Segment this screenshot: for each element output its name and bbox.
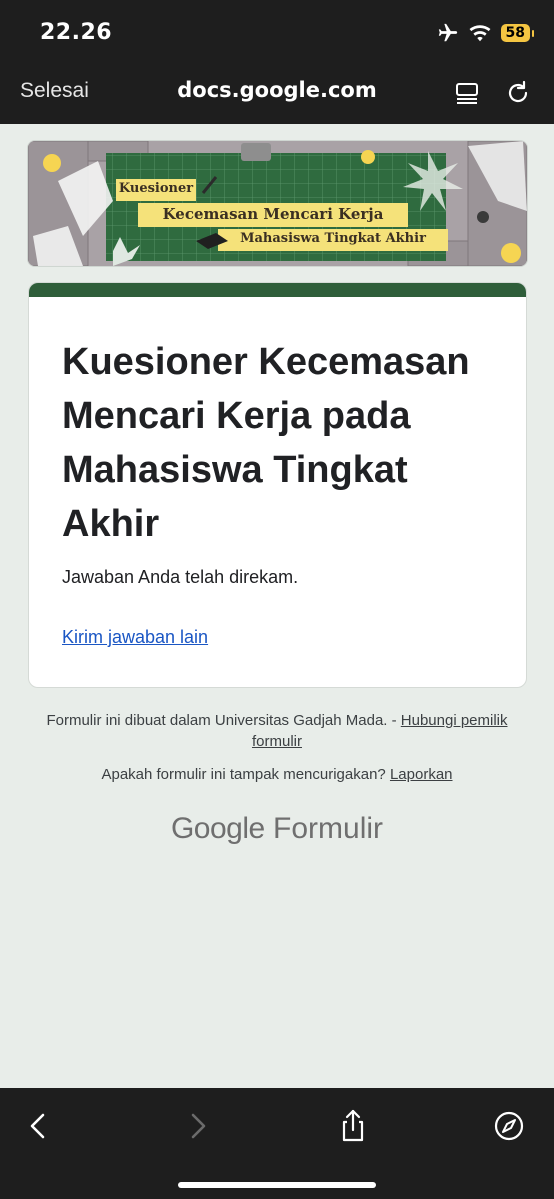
airplane-icon bbox=[438, 23, 457, 42]
status-bar: 22.26 58 bbox=[0, 0, 554, 64]
forms-wordmark: Formulir bbox=[273, 812, 384, 845]
status-time: 22.26 bbox=[40, 20, 113, 45]
suspicious-text: Apakah formulir ini tampak mencurigakan? bbox=[101, 766, 390, 783]
reload-icon[interactable] bbox=[503, 78, 533, 108]
banner-title-line1: Kuesioner bbox=[118, 181, 194, 196]
wifi-icon bbox=[469, 25, 490, 42]
card-accent-bar bbox=[29, 283, 526, 297]
form-creator-notice: Formulir ini dibuat dalam Universitas Ga… bbox=[40, 710, 514, 752]
submit-another-link[interactable]: Kirim jawaban lain bbox=[62, 627, 208, 648]
response-card: Kuesioner Kecemasan Mencari Kerja pada M… bbox=[28, 282, 527, 688]
compass-icon[interactable] bbox=[491, 1108, 527, 1144]
form-header-banner: Kuesioner Kecemasan Mencari Kerja Mahasi… bbox=[27, 140, 528, 267]
google-forms-logo[interactable]: Google Formulir bbox=[0, 812, 554, 846]
banner-title-line3: Mahasiswa Tingkat Akhir bbox=[240, 231, 426, 246]
share-icon[interactable] bbox=[335, 1108, 371, 1144]
forward-icon[interactable] bbox=[180, 1108, 216, 1144]
confirmation-message: Jawaban Anda telah direkam. bbox=[62, 567, 299, 587]
banner-illustration bbox=[28, 141, 527, 266]
creator-text: Formulir ini dibuat dalam Universitas Ga… bbox=[46, 712, 401, 729]
status-icons: 58 bbox=[437, 22, 535, 44]
page-content: Kuesioner Kecemasan Mencari Kerja Mahasi… bbox=[0, 124, 554, 1088]
form-title: Kuesioner Kecemasan Mencari Kerja pada M… bbox=[62, 341, 470, 545]
google-wordmark: Google bbox=[170, 812, 265, 845]
home-indicator bbox=[178, 1182, 376, 1188]
browser-toolbar: Selesai docs.google.com bbox=[0, 64, 554, 124]
banner-title-line2: Kecemasan Mencari Kerja bbox=[162, 205, 384, 223]
battery-indicator: 58 bbox=[500, 24, 535, 42]
report-link[interactable]: Laporkan bbox=[390, 766, 453, 783]
report-notice: Apakah formulir ini tampak mencurigakan?… bbox=[0, 766, 554, 783]
reader-view-icon[interactable] bbox=[452, 78, 482, 108]
back-icon[interactable] bbox=[20, 1108, 56, 1144]
